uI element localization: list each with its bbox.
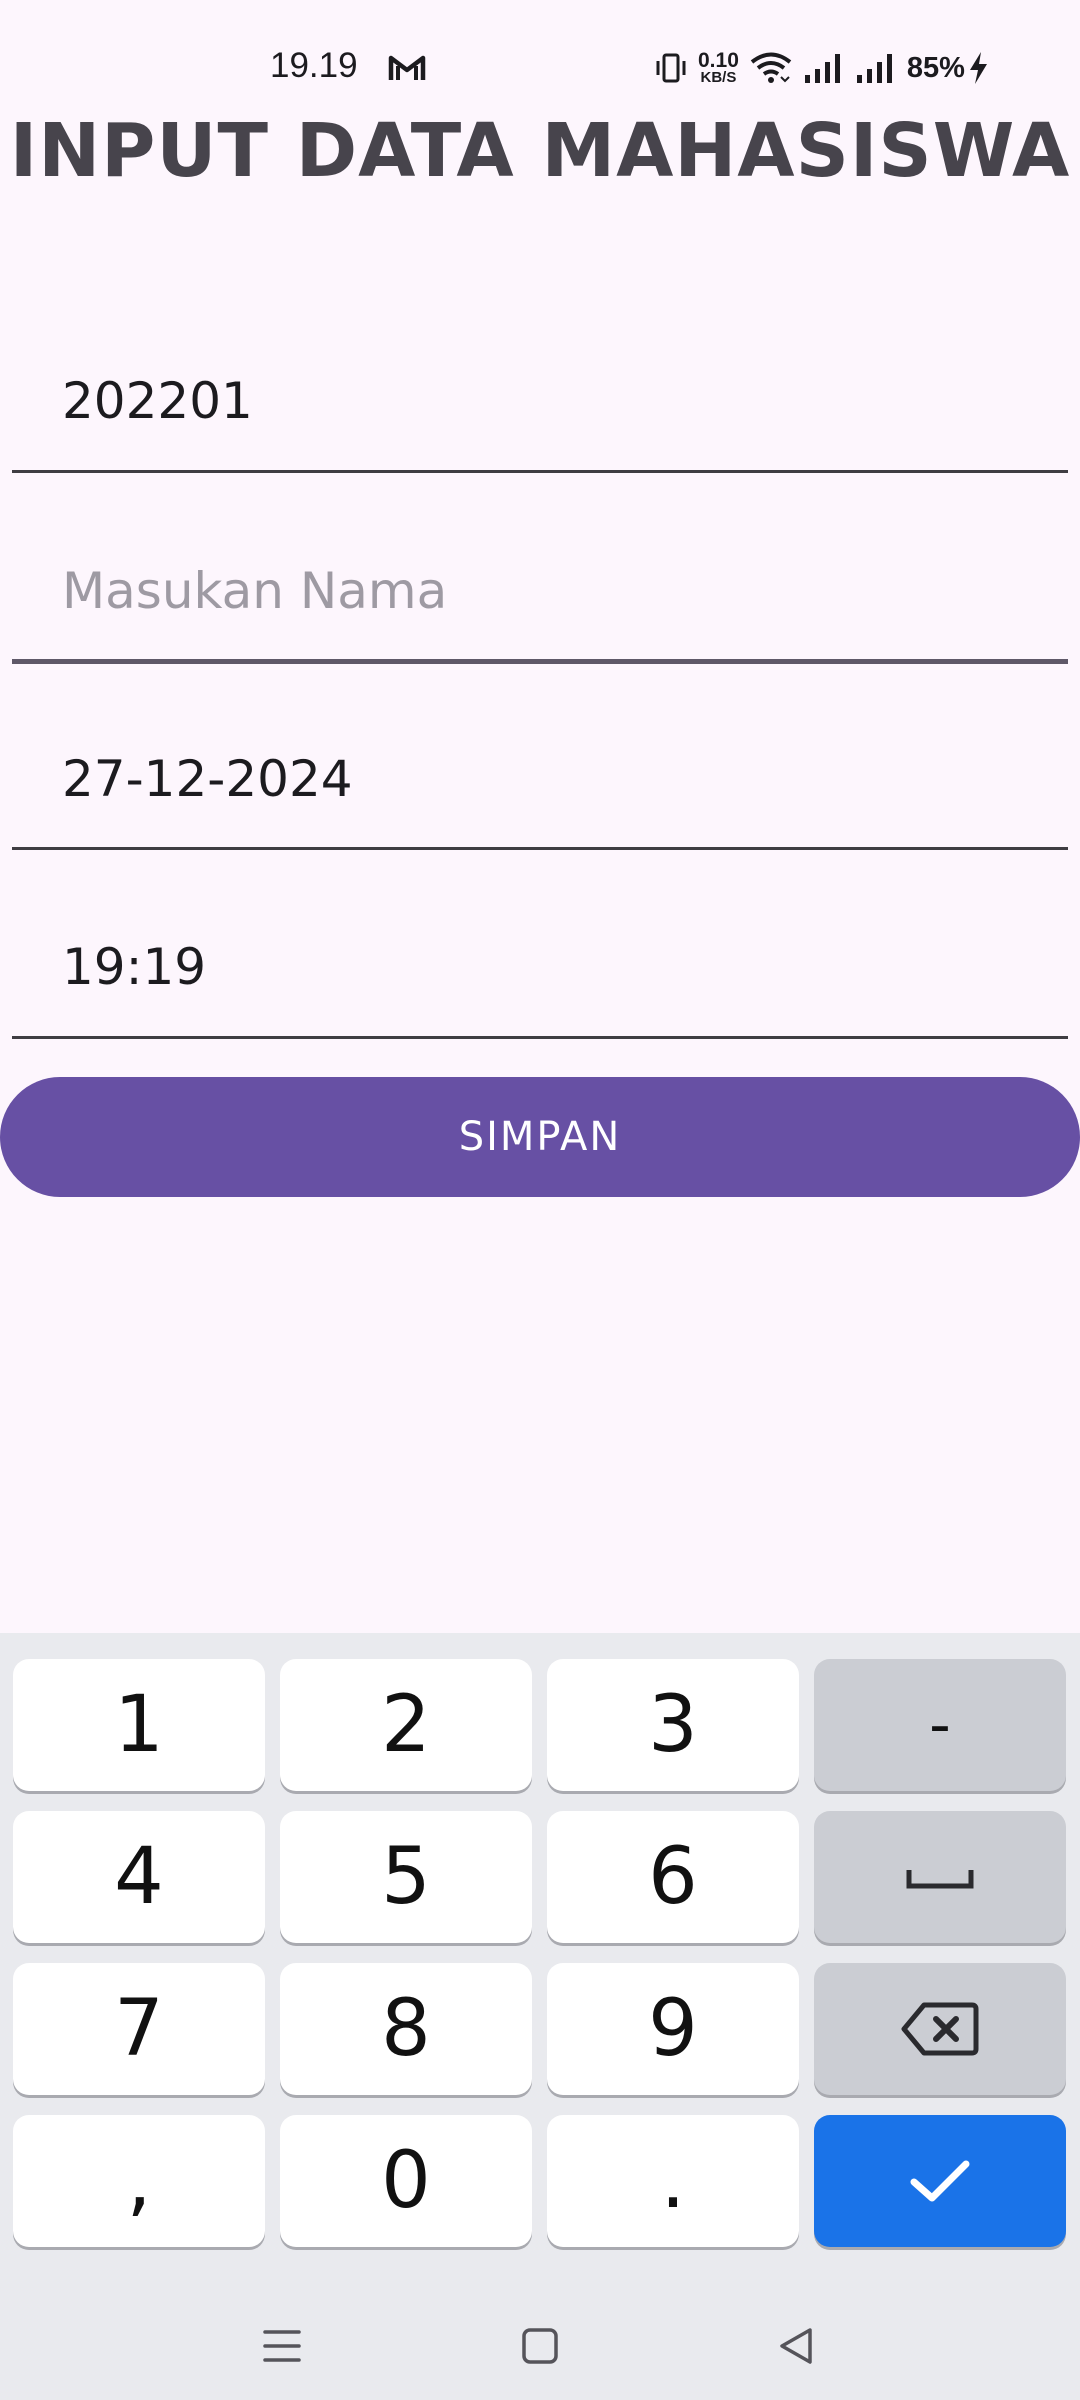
signal-icon-2 (856, 54, 892, 83)
key-space[interactable] (814, 1811, 1066, 1943)
key-done[interactable] (814, 2115, 1066, 2247)
navigation-bar (0, 2294, 1080, 2400)
signal-icon-1 (804, 54, 840, 83)
name-placeholder: Masukan Nama (62, 562, 448, 620)
key-5[interactable]: 5 (280, 1811, 532, 1943)
time-field[interactable]: 19:19 (12, 926, 1068, 1041)
wifi-icon (750, 52, 792, 83)
key-4[interactable]: 4 (13, 1811, 265, 1943)
net-speed: 0.10 KB/S (698, 49, 739, 86)
screen: 19.19 0.10 KB/S 85% INPUT DATA MAHASISWA… (0, 0, 1080, 2400)
status-time: 19.19 (270, 46, 358, 85)
menu-icon[interactable] (262, 2324, 302, 2368)
key-8[interactable]: 8 (280, 1963, 532, 2095)
home-square-icon[interactable] (520, 2324, 560, 2368)
key-0[interactable]: 0 (280, 2115, 532, 2247)
key-9[interactable]: 9 (547, 1963, 799, 2095)
key-1[interactable]: 1 (13, 1659, 265, 1791)
key-3[interactable]: 3 (547, 1659, 799, 1791)
time-value: 19:19 (62, 938, 207, 996)
net-speed-value: 0.10 (698, 49, 739, 72)
date-value: 27-12-2024 (62, 750, 353, 808)
vibrate-icon (656, 53, 686, 83)
nim-underline (12, 470, 1068, 473)
key-backspace[interactable] (814, 1963, 1066, 2095)
time-underline (12, 1036, 1068, 1039)
checkmark-icon (910, 2160, 970, 2202)
name-field[interactable]: Masukan Nama (12, 550, 1068, 668)
nim-value: 202201 (62, 372, 253, 430)
net-speed-unit: KB/S (700, 69, 737, 86)
key-2[interactable]: 2 (280, 1659, 532, 1791)
key-comma[interactable]: , (13, 2115, 265, 2247)
date-field[interactable]: 27-12-2024 (12, 738, 1068, 853)
status-bar: 19.19 0.10 KB/S 85% (0, 0, 1080, 120)
space-icon (906, 1870, 974, 1889)
backspace-icon (901, 2002, 979, 2056)
name-underline (12, 659, 1068, 664)
key-7[interactable]: 7 (13, 1963, 265, 2095)
key-minus[interactable]: - (814, 1659, 1066, 1791)
nim-field[interactable]: 202201 (12, 360, 1068, 475)
key-period[interactable]: . (547, 2115, 799, 2247)
status-icons: 0.10 KB/S 85% (654, 46, 999, 90)
charging-bolt-icon (969, 52, 987, 84)
key-6[interactable]: 6 (547, 1811, 799, 1943)
battery-percent: 85% (906, 51, 965, 84)
back-triangle-icon[interactable] (776, 2324, 816, 2368)
numeric-keyboard: 1 2 3 - 4 5 6 7 8 9 , 0 . (0, 1633, 1080, 2294)
gmail-icon (388, 55, 426, 80)
save-button[interactable]: SIMPAN (0, 1077, 1080, 1197)
date-underline (12, 847, 1068, 850)
page-title: INPUT DATA MAHASISWA (9, 108, 1071, 194)
